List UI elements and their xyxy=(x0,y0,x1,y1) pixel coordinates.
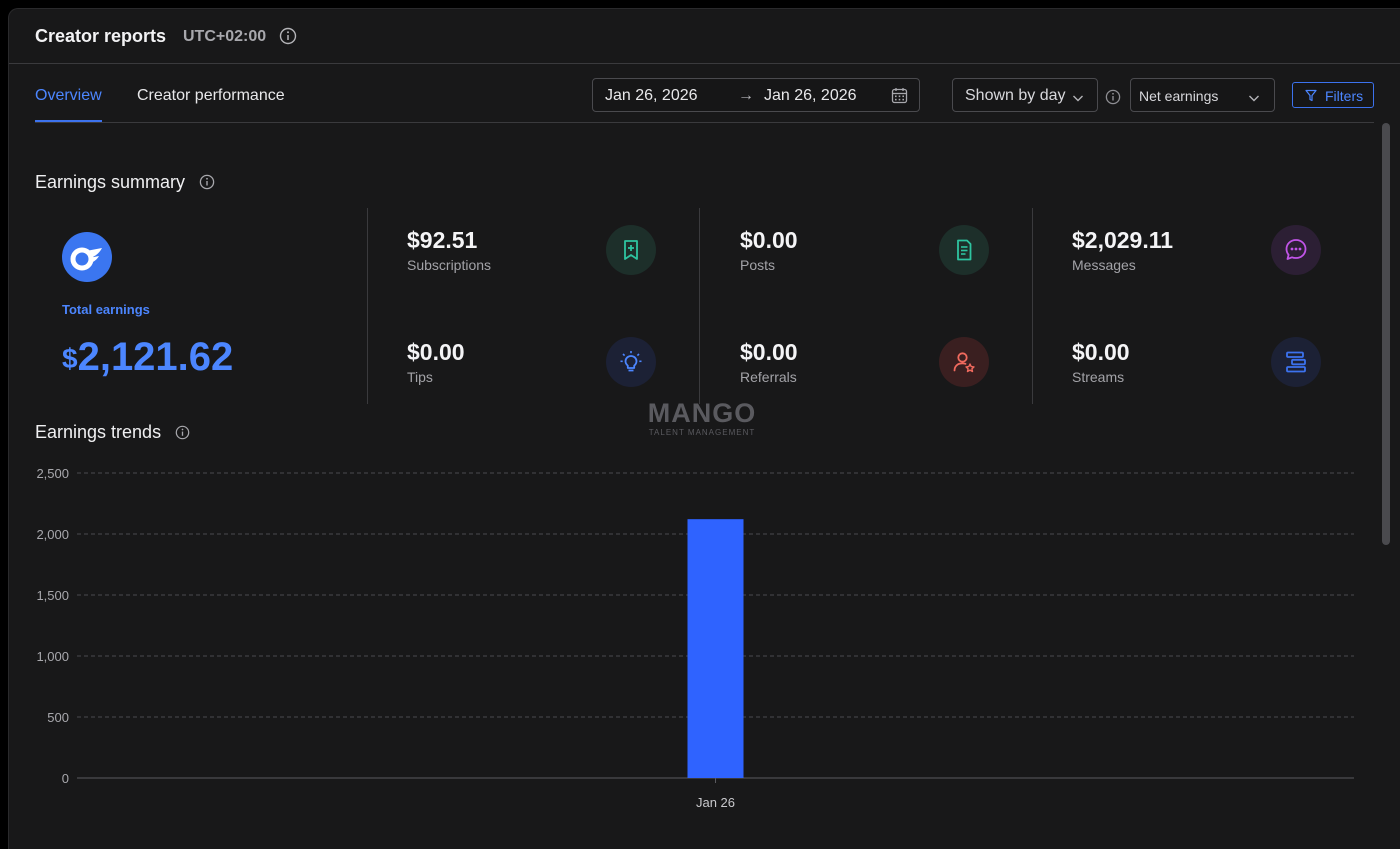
top-bar: Creator reports UTC+02:00 xyxy=(9,9,1400,64)
user-star-icon xyxy=(939,337,989,387)
summary-divider xyxy=(367,208,368,404)
metric-label: Subscriptions xyxy=(407,257,492,273)
x-tick-label: Jan 26 xyxy=(696,795,735,810)
date-arrow-icon: → xyxy=(738,87,754,104)
y-tick-label: 2,000 xyxy=(36,527,69,542)
bookmark-plus-icon xyxy=(606,225,656,275)
filters-label: Filters xyxy=(1325,88,1364,104)
total-currency: $ xyxy=(62,343,78,374)
timezone-info-icon[interactable] xyxy=(279,27,297,45)
metric-label: Tips xyxy=(407,369,433,385)
mango-watermark: MANGO TALENT MANAGEMENT xyxy=(637,399,767,439)
filters-button[interactable]: Filters xyxy=(1292,82,1374,108)
tab-creator-performance[interactable]: Creator performance xyxy=(137,87,285,105)
y-tick-label: 1,500 xyxy=(36,588,69,603)
chevron-down-icon xyxy=(1072,90,1084,108)
summary-info-icon[interactable] xyxy=(199,174,215,190)
scrollbar-thumb[interactable] xyxy=(1382,123,1390,545)
streams-icon xyxy=(1271,337,1321,387)
chart-canvas: 0 500 1,000 1,500 2,000 2,500 Jan 26 xyxy=(36,466,1354,810)
total-earnings-value: $2,121.62 xyxy=(62,335,233,380)
y-tick-label: 0 xyxy=(62,771,69,786)
date-range-picker[interactable]: Jan 26, 2026 → Jan 26, 2026 xyxy=(592,78,920,112)
page-title: Creator reports xyxy=(35,26,167,46)
metric-label: Streams xyxy=(1072,369,1125,385)
metric-label: Messages xyxy=(1072,257,1136,273)
y-tick-label: 500 xyxy=(47,710,69,725)
summary-divider xyxy=(1032,208,1033,404)
earnings-summary-title: Earnings summary xyxy=(35,172,186,192)
metric-value: $0.00 xyxy=(1072,339,1130,365)
tabs-divider xyxy=(35,122,1374,123)
calendar-icon xyxy=(891,87,908,109)
watermark-sub: TALENT MANAGEMENT xyxy=(648,428,756,437)
metric-label: Referrals xyxy=(740,369,797,385)
metric-value: $92.51 xyxy=(407,227,478,253)
metric-value: $2,029.11 xyxy=(1072,227,1174,253)
chevron-down-icon xyxy=(1248,90,1260,108)
metric-value: $0.00 xyxy=(740,339,798,365)
chat-bubble-icon xyxy=(1271,225,1321,275)
earnings-trends-chart: 0 500 1,000 1,500 2,000 2,500 Jan 26 xyxy=(9,449,1379,846)
y-tick-label: 2,500 xyxy=(36,466,69,481)
scrollbar[interactable] xyxy=(1378,121,1392,849)
grouping-info-icon[interactable] xyxy=(1105,89,1121,105)
date-to: Jan 26, 2026 xyxy=(764,87,857,104)
metric-select[interactable]: Net earnings xyxy=(1130,78,1275,112)
chart-bar xyxy=(687,519,744,778)
grouping-value: Shown by day xyxy=(965,87,1066,104)
lightbulb-icon xyxy=(606,337,656,387)
metric-value: $0.00 xyxy=(740,227,798,253)
tab-overview[interactable]: Overview xyxy=(35,87,102,123)
total-amount: 2,121.62 xyxy=(77,335,234,379)
app-window: Creator reports UTC+02:00 Overview Creat… xyxy=(8,8,1400,849)
watermark-name: MANGO xyxy=(647,398,757,428)
onlyfans-logo-icon xyxy=(62,232,112,282)
y-tick-label: 1,000 xyxy=(36,649,69,664)
metric-value: $0.00 xyxy=(407,339,465,365)
total-earnings-label: Total earnings xyxy=(62,302,150,317)
date-from: Jan 26, 2026 xyxy=(605,87,698,104)
document-icon xyxy=(939,225,989,275)
metric-value: Net earnings xyxy=(1139,88,1219,104)
summary-divider xyxy=(699,208,700,404)
earnings-trends-title: Earnings trends xyxy=(35,422,162,442)
grouping-select[interactable]: Shown by day xyxy=(952,78,1098,112)
trends-info-icon[interactable] xyxy=(175,425,190,440)
timezone-label: UTC+02:00 xyxy=(183,28,267,45)
filter-funnel-icon xyxy=(1305,89,1317,105)
metric-label: Posts xyxy=(740,257,776,273)
